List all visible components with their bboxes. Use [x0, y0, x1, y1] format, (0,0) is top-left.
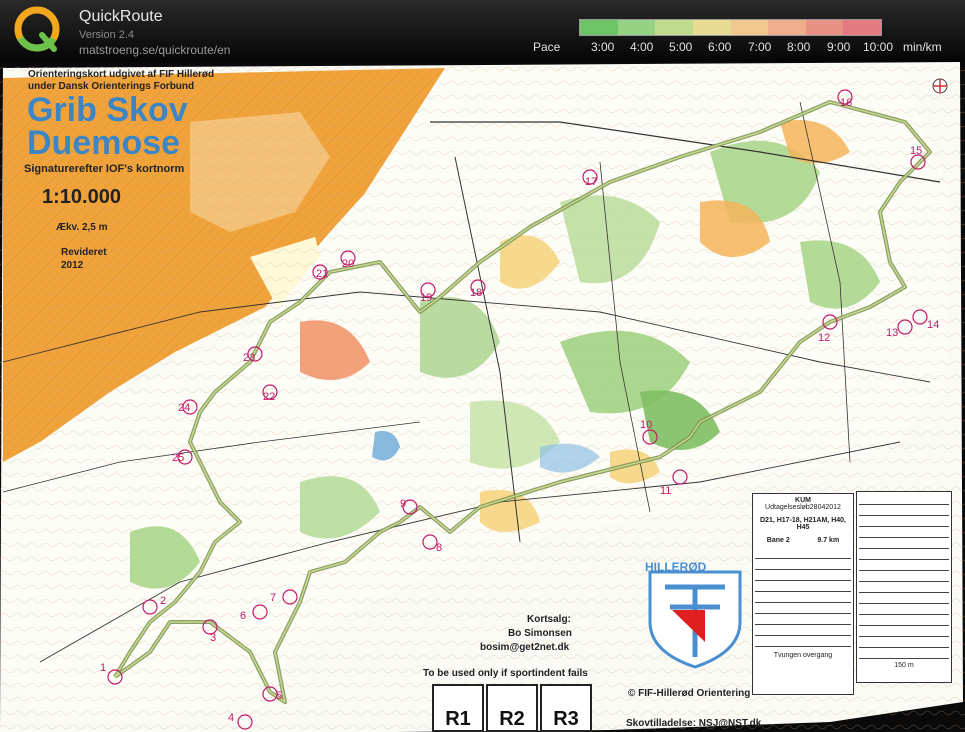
- control-number: 20: [342, 258, 355, 270]
- desc-forced-crossing: Tvungen overgang: [773, 652, 833, 659]
- control-number: 21: [316, 268, 329, 280]
- control-number: 14: [927, 319, 940, 331]
- control-number: 19: [420, 292, 433, 304]
- map-revised-year: 2012: [61, 260, 84, 271]
- map-title-line1: Grib Skov: [27, 91, 188, 129]
- backup-box-r1: R1: [432, 684, 484, 732]
- pace-tick-label: 10:00: [863, 40, 894, 54]
- pace-label: Pace: [533, 40, 561, 54]
- control-number: 9: [400, 498, 407, 510]
- desc-event: Udtagelsesløb28042012: [765, 504, 841, 511]
- desc-length: 9.7 km: [817, 537, 840, 544]
- control-number: 22: [263, 391, 276, 403]
- pace-tick-label: 9:00: [827, 40, 851, 54]
- control-number: 7: [270, 592, 277, 604]
- control-number: 16: [840, 97, 853, 109]
- map-contour-interval: Ækv. 2,5 m: [56, 222, 108, 233]
- control-number: 24: [178, 402, 191, 414]
- forest-permission: Skovtilladelse: NSJ@NST.dk: [626, 718, 762, 729]
- map-norm: Signaturerefter IOF's kortnorm: [24, 163, 185, 175]
- control-number: 15: [910, 145, 923, 157]
- desc-classes: D21, H17-18, H21AM, H40, H45: [760, 517, 846, 531]
- pace-tick-label: 8:00: [787, 40, 811, 54]
- pace-color-segment: [843, 20, 881, 35]
- control-number: 3: [210, 632, 217, 644]
- quickroute-logo-icon: [14, 6, 60, 52]
- control-number: 13: [886, 327, 899, 339]
- control-description-sheet: KUM Udtagelsesløb28042012 D21, H17-18, H…: [752, 493, 854, 695]
- control-number: 4: [228, 712, 235, 724]
- control-number: 25: [172, 452, 185, 464]
- control-number: 10: [640, 419, 653, 431]
- app-header: QuickRoute Version 2.4 matstroeng.se/qui…: [0, 0, 965, 62]
- control-number: 6: [240, 610, 247, 622]
- control-number: 8: [436, 542, 443, 554]
- backup-note: To be used only if sportindent fails: [423, 668, 588, 679]
- map-revised-label: Revideret: [61, 247, 107, 258]
- pace-tick-label: 3:00: [591, 40, 615, 54]
- desc-title: KUM: [795, 497, 811, 504]
- pace-color-scale: [579, 19, 882, 36]
- pace-tick-label: 4:00: [630, 40, 654, 54]
- control-number: 18: [470, 287, 483, 299]
- pace-tick-label: 6:00: [708, 40, 732, 54]
- app-name: QuickRoute: [79, 8, 163, 25]
- pace-ticks: 3:00 4:00 5:00 6:00 7:00 8:00 9:00 10:00: [583, 40, 913, 56]
- map-view[interactable]: Orienteringskort udgivet af FIF Hillerød…: [0, 62, 965, 732]
- control-number: 23: [243, 352, 256, 364]
- app-version: Version 2.4: [79, 29, 135, 41]
- club-name: HILLERØD: [645, 560, 707, 574]
- copyright: © FIF-Hillerød Orientering: [628, 688, 751, 699]
- backup-box-r2: R2: [486, 684, 538, 732]
- pace-color-segment: [580, 20, 618, 35]
- pace-color-segment: [805, 20, 844, 35]
- control-description-sheet-continued: 150 m: [856, 491, 952, 683]
- pace-color-segment: [655, 20, 693, 35]
- pace-tick-label: 5:00: [669, 40, 693, 54]
- map-scale: 1:10.000: [42, 186, 121, 208]
- control-number: 1: [100, 662, 107, 674]
- sales-name: Bo Simonsen: [508, 628, 572, 639]
- control-number: 5: [276, 690, 283, 702]
- desc-finish-distance: 150 m: [894, 662, 914, 669]
- backup-box-r3: R3: [540, 684, 592, 732]
- app-url[interactable]: matstroeng.se/quickroute/en: [79, 43, 230, 57]
- desc-course: Bane 2: [766, 537, 790, 544]
- pace-color-segment: [768, 20, 806, 35]
- pace-color-segment: [692, 20, 731, 35]
- pace-color-segment: [617, 20, 656, 35]
- control-number: 2: [160, 595, 167, 607]
- control-number: 12: [818, 332, 831, 344]
- pace-tick-label: 7:00: [748, 40, 772, 54]
- map-publisher: Orienteringskort udgivet af FIF Hillerød: [28, 69, 215, 80]
- sales-label: Kortsalg:: [527, 614, 571, 625]
- map-title-line2: Duemose: [27, 124, 181, 162]
- control-number: 11: [660, 485, 672, 497]
- pace-color-segment: [730, 20, 769, 35]
- sales-email: bosim@get2net.dk: [480, 642, 570, 653]
- control-number: 17: [585, 176, 598, 188]
- pace-unit: min/km: [903, 40, 942, 54]
